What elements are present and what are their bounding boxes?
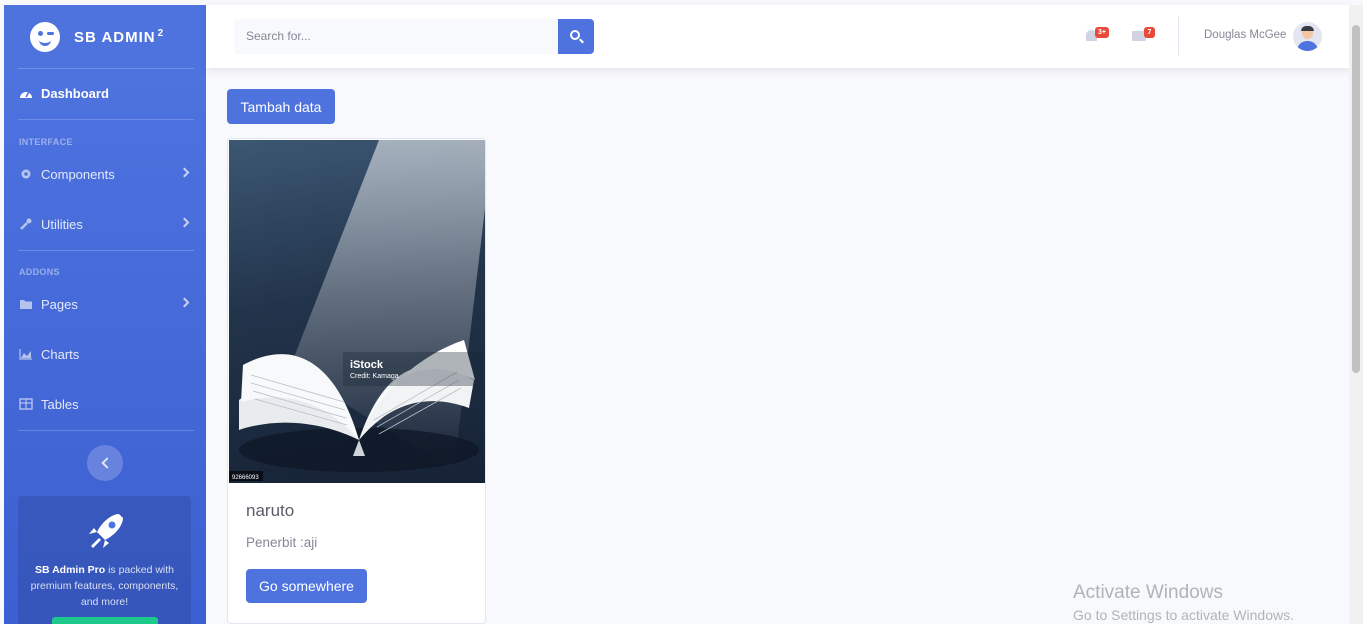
istock-watermark: iStock xyxy=(350,359,384,371)
folder-icon xyxy=(20,300,32,309)
image-id: 92666093 xyxy=(232,475,259,481)
sidebar-divider xyxy=(18,430,194,431)
sidebar-brand[interactable]: SB ADMIN 2 xyxy=(4,5,206,69)
sidebar-toggle-button[interactable] xyxy=(87,445,123,481)
card-text: Penerbit :aji xyxy=(246,535,318,550)
sidebar-item-label: Charts xyxy=(41,346,80,362)
sidebar-item-charts[interactable]: Charts xyxy=(4,336,206,372)
brand-name: SB ADMIN 2 xyxy=(74,28,165,46)
chevron-right-icon xyxy=(179,217,190,228)
sidebar-heading-addons: ADDONS xyxy=(19,267,60,277)
cog-icon xyxy=(21,169,31,179)
sidebar: SB ADMIN 2 Dashboard INTERFACE Components… xyxy=(4,5,206,624)
sidebar-divider xyxy=(18,68,194,69)
wrench-icon xyxy=(20,218,32,230)
search-icon xyxy=(570,30,580,40)
book-image: iStock Credit: Kamaga 92666093 xyxy=(229,140,485,483)
avatar[interactable] xyxy=(1293,22,1322,51)
app-window: SB ADMIN 2 Dashboard INTERFACE Components… xyxy=(0,0,1363,624)
sidebar-item-label: Pages xyxy=(41,296,78,312)
chart-area-icon xyxy=(19,349,32,360)
sidebar-heading-interface: INTERFACE xyxy=(19,137,73,147)
vertical-scrollbar[interactable] xyxy=(1349,5,1363,624)
sidebar-item-label: Components xyxy=(41,166,115,182)
sidebar-item-label: Dashboard xyxy=(41,85,109,101)
upgrade-button[interactable] xyxy=(52,617,158,624)
sidebar-item-dashboard[interactable]: Dashboard xyxy=(4,75,206,111)
sidebar-item-components[interactable]: Components xyxy=(4,156,206,192)
go-somewhere-button[interactable]: Go somewhere xyxy=(246,569,367,603)
search-input[interactable]: Search for... xyxy=(234,19,558,54)
add-data-button[interactable]: Tambah data xyxy=(227,89,335,124)
sidebar-divider xyxy=(18,250,194,251)
chevron-right-icon xyxy=(179,297,190,308)
activate-windows-title: Activate Windows xyxy=(1073,582,1223,603)
tachometer-icon xyxy=(20,91,32,98)
alerts-badge: 3+ xyxy=(1095,27,1109,38)
rocket-icon xyxy=(88,514,123,548)
sidebar-item-label: Tables xyxy=(41,396,79,412)
sidebar-divider xyxy=(18,119,194,120)
topbar: Search for... 3+ 7 Douglas McGee xyxy=(206,5,1349,68)
promo-text: SB Admin Pro is packed with premium feat… xyxy=(30,564,179,608)
sidebar-item-utilities[interactable]: Utilities xyxy=(4,206,206,242)
chevron-right-icon xyxy=(179,167,190,178)
messages-badge: 7 xyxy=(1144,27,1155,38)
istock-credit: Credit: Kamaga xyxy=(350,373,399,380)
user-name[interactable]: Douglas McGee xyxy=(1204,29,1286,41)
search-button[interactable] xyxy=(558,19,594,54)
topbar-divider xyxy=(1178,17,1179,55)
laugh-wink-icon xyxy=(30,22,60,52)
sidebar-item-tables[interactable]: Tables xyxy=(4,386,206,422)
sidebar-item-pages[interactable]: Pages xyxy=(4,286,206,322)
table-icon xyxy=(19,398,33,410)
scrollbar-thumb[interactable] xyxy=(1352,25,1360,373)
sidebar-promo-card: SB Admin Pro is packed with premium feat… xyxy=(18,496,191,624)
card-title: naruto xyxy=(246,501,295,520)
activate-windows-subtitle: Go to Settings to activate Windows. xyxy=(1073,607,1294,623)
sidebar-item-label: Utilities xyxy=(41,216,83,232)
book-card: iStock Credit: Kamaga 92666093 naruto Pe… xyxy=(227,138,486,624)
